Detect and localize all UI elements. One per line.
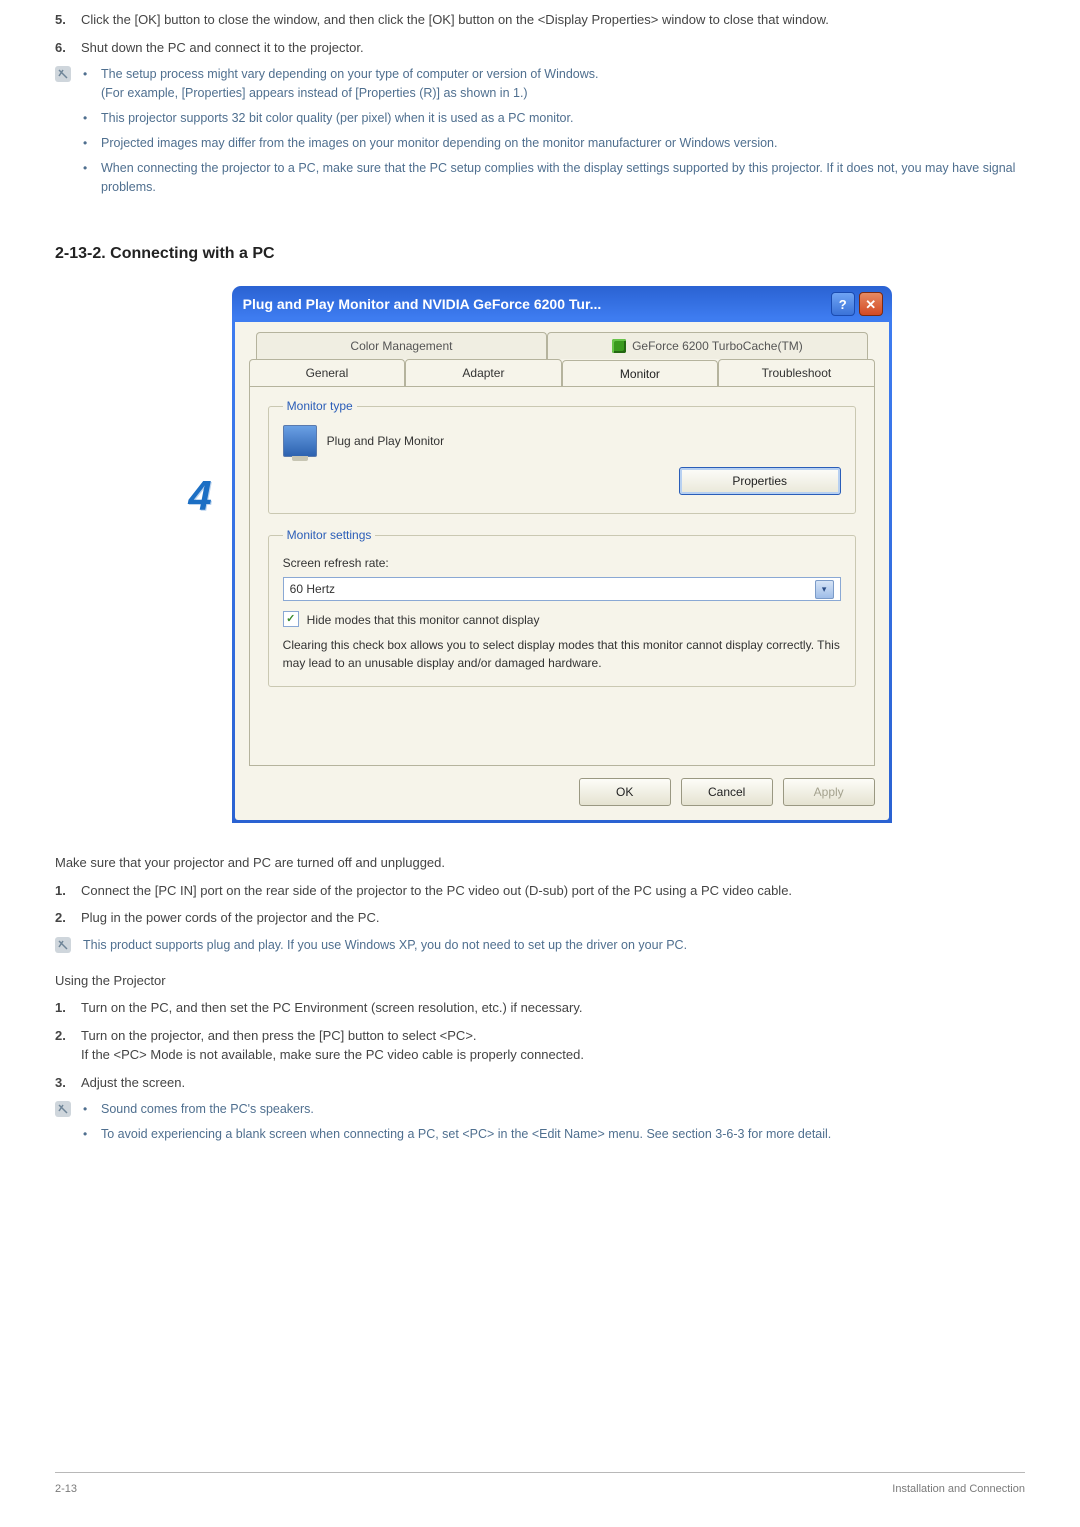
step-number: 5. [55,10,81,30]
note-text: Projected images may differ from the ima… [101,134,1025,153]
note-icon [55,936,83,961]
step-number: 3. [55,1073,81,1093]
note-block-3: • Sound comes from the PC's speakers. • … [55,1100,1025,1150]
note-item: • When connecting the projector to a PC,… [83,159,1025,197]
step-text: Plug in the power cords of the projector… [81,908,1025,928]
tab-troubleshoot[interactable]: Troubleshoot [718,359,875,386]
help-button[interactable]: ? [831,292,855,316]
bullet-icon: • [83,109,101,128]
step-text: Adjust the screen. [81,1073,1025,1093]
tab-geforce[interactable]: GeForce 6200 TurboCache(TM) [547,332,867,359]
ok-button[interactable]: OK [579,778,671,806]
chevron-down-icon: ▾ [815,580,834,599]
step-6: 6. Shut down the PC and connect it to th… [55,38,1025,58]
step-1: 1. Connect the [PC IN] port on the rear … [55,881,1025,901]
footer-right: Installation and Connection [892,1481,1025,1498]
footer-left: 2-13 [55,1481,77,1498]
step-1b: 1. Turn on the PC, and then set the PC E… [55,998,1025,1018]
page-footer: 2-13 Installation and Connection [55,1472,1025,1498]
paragraph: Make sure that your projector and PC are… [55,853,1025,873]
sub-heading: Using the Projector [55,971,1025,991]
close-button[interactable]: ✕ [859,292,883,316]
properties-button[interactable]: Properties [679,467,841,495]
cancel-button[interactable]: Cancel [681,778,773,806]
step-text: Connect the [PC IN] port on the rear sid… [81,881,1025,901]
apply-button[interactable]: Apply [783,778,875,806]
note-block-2: This product supports plug and play. If … [55,936,1025,961]
note-item: • To avoid experiencing a blank screen w… [83,1125,1025,1144]
step-text: Click the [OK] button to close the windo… [81,10,1025,30]
step-number: 2. [55,908,81,928]
note-text: To avoid experiencing a blank screen whe… [101,1125,1025,1144]
refresh-rate-value: 60 Hertz [290,580,335,598]
tab-content-monitor: Monitor type Plug and Play Monitor Prope… [249,386,875,766]
hide-modes-desc: Clearing this check box allows you to se… [283,637,841,672]
step-text: Turn on the projector, and then press th… [81,1026,1025,1065]
section-heading: 2-13-2. Connecting with a PC [55,242,1025,266]
tab-monitor[interactable]: Monitor [562,360,719,387]
tab-adapter[interactable]: Adapter [405,359,562,386]
note-icon [55,1100,83,1150]
note-text: The setup process might vary depending o… [101,65,1025,84]
dialog-figure: 4 Plug and Play Monitor and NVIDIA GeFor… [55,286,1025,823]
hide-modes-checkbox[interactable]: ✓ [283,611,299,627]
note-item: • The setup process might vary depending… [83,65,1025,103]
step-5: 5. Click the [OK] button to close the wi… [55,10,1025,30]
xp-window-title: Plug and Play Monitor and NVIDIA GeForce… [243,294,831,315]
bullet-icon: • [83,1100,101,1119]
nvidia-icon [612,339,626,353]
hide-modes-label: Hide modes that this monitor cannot disp… [307,611,540,629]
tab-row-back: Color Management GeForce 6200 TurboCache… [249,332,875,359]
note-item: • Sound comes from the PC's speakers. [83,1100,1025,1119]
legend-monitor-type: Monitor type [283,397,357,415]
note-text: (For example, [Properties] appears inste… [101,84,1025,103]
step-marker-4: 4 [188,464,211,527]
tab-row-front: General Adapter Monitor Troubleshoot [249,359,875,386]
fieldset-monitor-settings: Monitor settings Screen refresh rate: 60… [268,526,856,687]
note-item: • Projected images may differ from the i… [83,134,1025,153]
note-text: This projector supports 32 bit color qua… [101,109,1025,128]
xp-titlebar: Plug and Play Monitor and NVIDIA GeForce… [235,289,889,322]
step-2b: 2. Turn on the projector, and then press… [55,1026,1025,1065]
tab-label: GeForce 6200 TurboCache(TM) [632,337,803,355]
step-number: 2. [55,1026,81,1065]
tab-color-management[interactable]: Color Management [256,332,548,359]
bullet-icon: • [83,65,101,103]
note-item: This product supports plug and play. If … [83,936,1025,955]
note-text: This product supports plug and play. If … [83,936,1025,955]
note-list: • Sound comes from the PC's speakers. • … [83,1100,1025,1150]
step-text: Turn on the PC, and then set the PC Envi… [81,998,1025,1018]
step-3b: 3. Adjust the screen. [55,1073,1025,1093]
note-item: • This projector supports 32 bit color q… [83,109,1025,128]
refresh-rate-label: Screen refresh rate: [283,554,841,572]
xp-body: Color Management GeForce 6200 TurboCache… [235,322,889,820]
note-block-1: • The setup process might vary depending… [55,65,1025,202]
bullet-icon: • [83,134,101,153]
step-number: 6. [55,38,81,58]
fieldset-monitor-type: Monitor type Plug and Play Monitor Prope… [268,397,856,514]
bullet-icon: • [83,159,101,197]
note-text: Sound comes from the PC's speakers. [101,1100,1025,1119]
tab-general[interactable]: General [249,359,406,386]
refresh-rate-select[interactable]: 60 Hertz ▾ [283,577,841,601]
note-text: When connecting the projector to a PC, m… [101,159,1025,197]
note-list: • The setup process might vary depending… [83,65,1025,202]
legend-monitor-settings: Monitor settings [283,526,376,544]
dialog-button-row: OK Cancel Apply [249,778,875,806]
note-icon [55,65,83,202]
monitor-icon [283,425,317,457]
step-number: 1. [55,881,81,901]
step-text: Shut down the PC and connect it to the p… [81,38,1025,58]
xp-window: Plug and Play Monitor and NVIDIA GeForce… [232,286,892,823]
bullet-icon: • [83,1125,101,1144]
step-2: 2. Plug in the power cords of the projec… [55,908,1025,928]
step-number: 1. [55,998,81,1018]
monitor-name: Plug and Play Monitor [327,432,444,450]
